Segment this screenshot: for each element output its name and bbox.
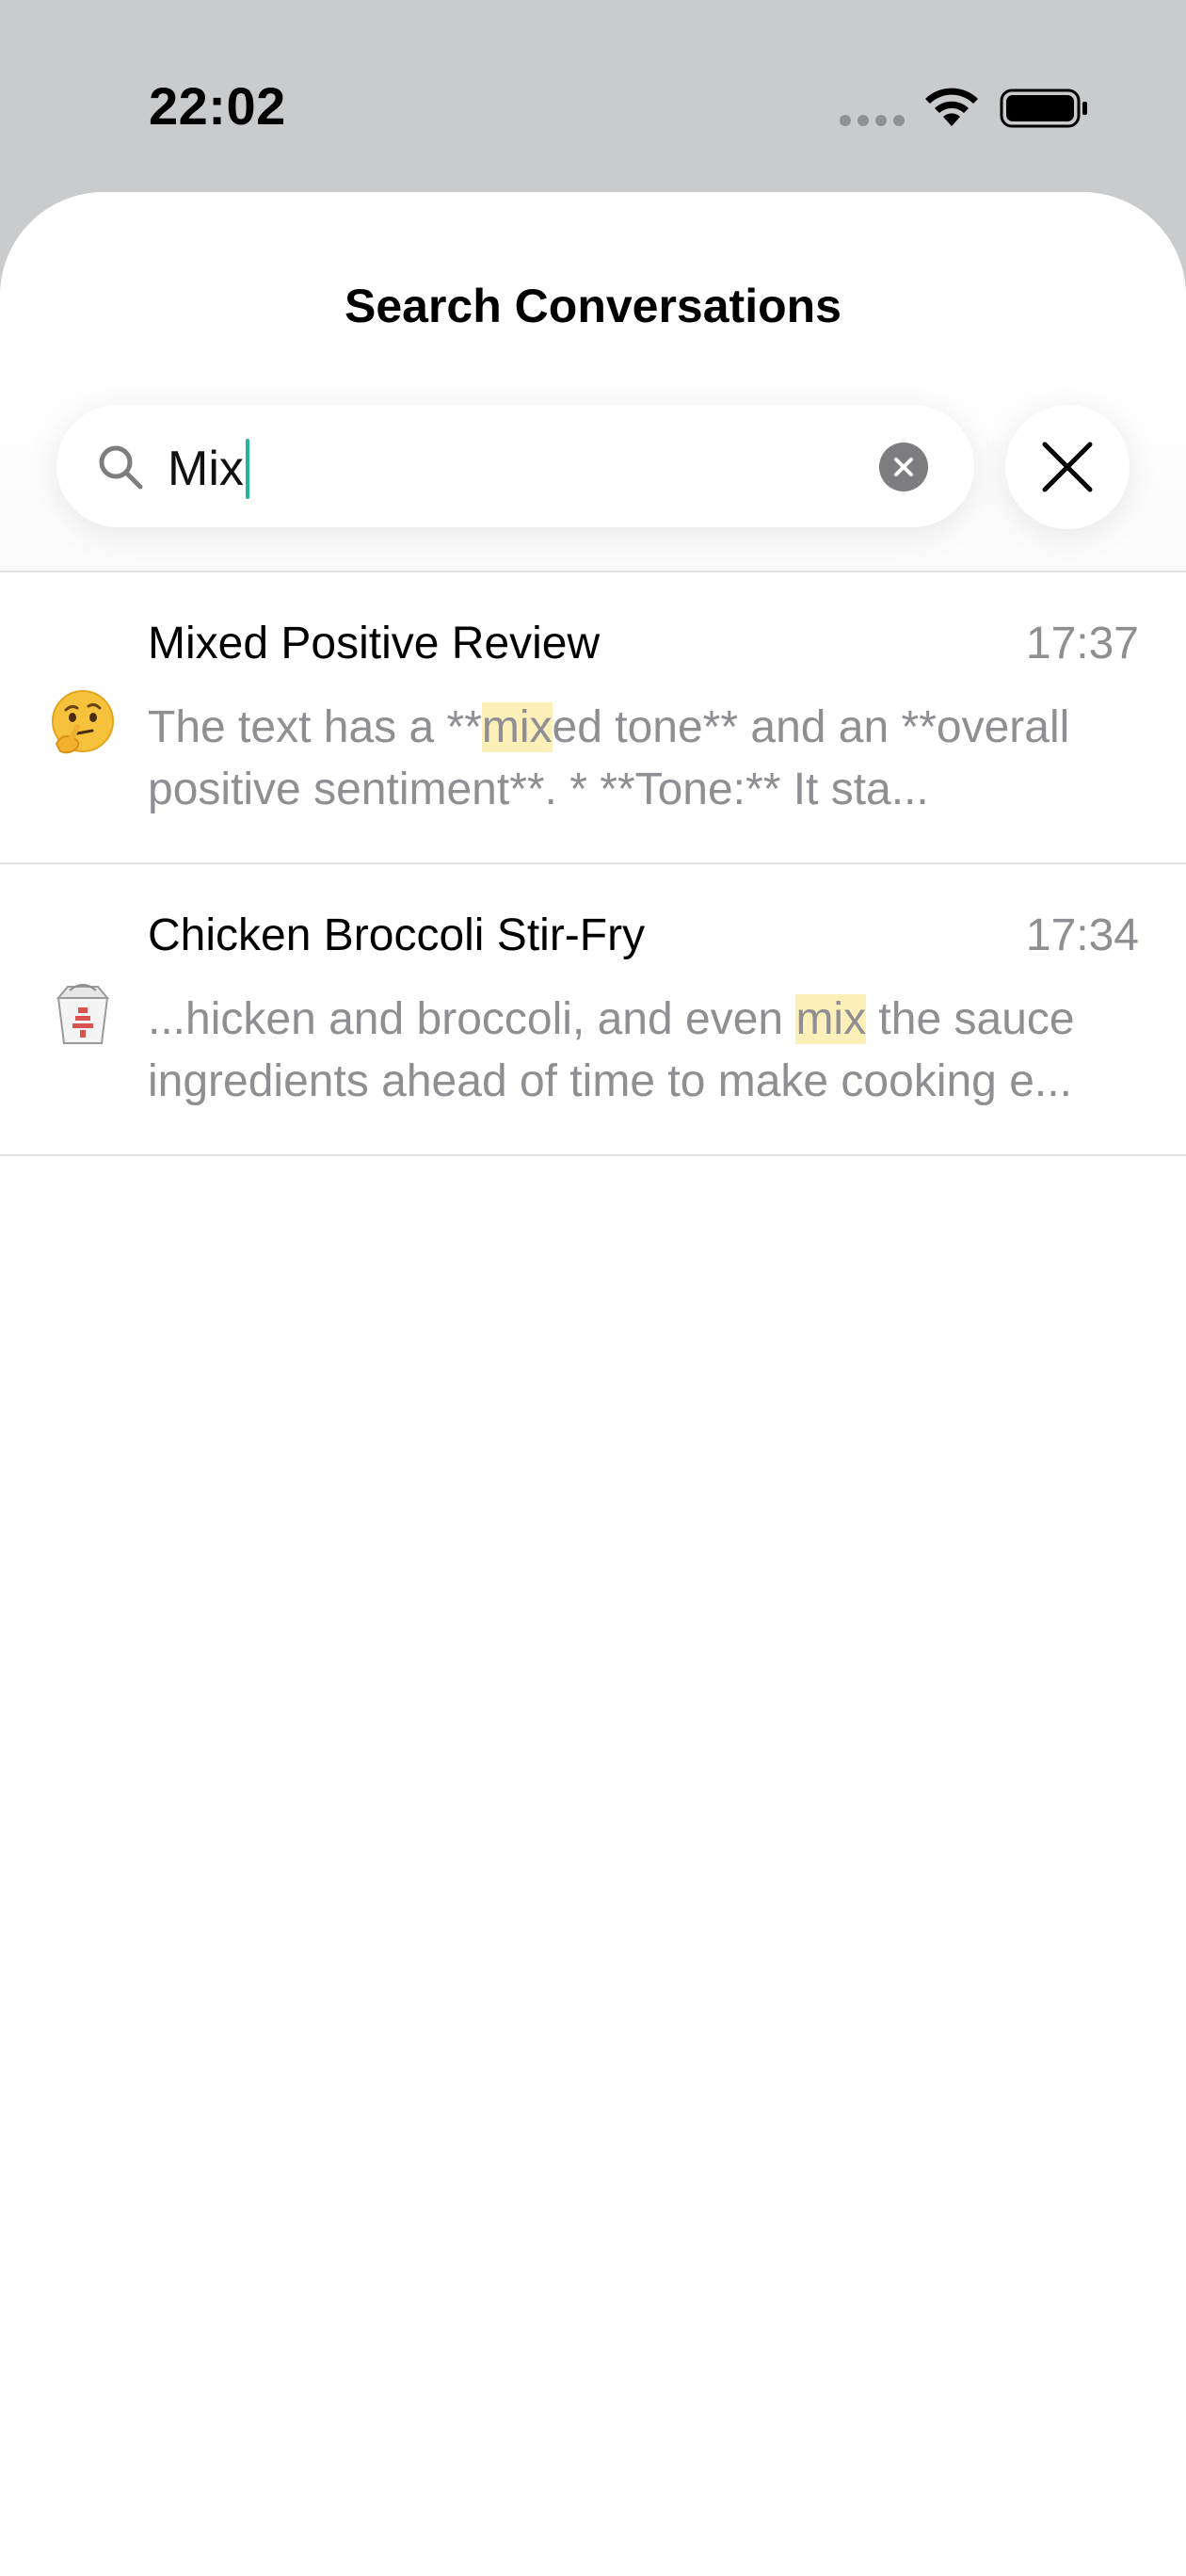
takeout-box-icon	[56, 984, 110, 1044]
result-title: Chicken Broccoli Stir-Fry	[148, 910, 646, 960]
snippet-text: The text has a **	[148, 702, 482, 752]
search-bar-area: Mix	[0, 362, 1186, 571]
result-snippet: ...hicken and broccoli, and even mix the…	[148, 989, 1146, 1113]
list-item[interactable]: Chicken Broccoli Stir-Fry 17:34 ...hicke…	[0, 864, 1186, 1156]
search-input[interactable]: Mix	[56, 405, 974, 527]
sheet-title: Search Conversations	[345, 280, 841, 332]
search-input-value: Mix	[168, 442, 244, 496]
result-time: 17:37	[1025, 619, 1139, 668]
snippet-text: ed tone** and an **overall	[552, 702, 1070, 752]
search-icon	[99, 445, 143, 490]
snippet-line: The text has a **mixed tone** and an **o…	[148, 697, 1146, 759]
status-bar: 22:02	[0, 0, 1186, 188]
thinking-face-icon	[52, 690, 114, 754]
search-match-highlight: mix	[481, 702, 553, 752]
clear-x-icon	[894, 458, 913, 476]
battery-icon	[1000, 89, 1087, 128]
snippet-text: the sauce	[866, 994, 1075, 1044]
result-snippet: The text has a **mixed tone** and an **o…	[148, 697, 1146, 821]
clear-search-button[interactable]	[879, 443, 928, 491]
list-item[interactable]: Mixed Positive Review 17:37 The text has…	[0, 572, 1186, 864]
search-input-text[interactable]: Mix	[168, 439, 249, 499]
snippet-line: ingredients ahead of time to make cookin…	[148, 1056, 1072, 1106]
search-match-highlight: mix	[795, 994, 867, 1044]
search-sheet: Search Conversations Mix Mixed Positive …	[0, 192, 1186, 2576]
close-icon	[1042, 442, 1093, 492]
text-caret	[245, 439, 249, 499]
search-results-list: Mixed Positive Review 17:37 The text has…	[0, 571, 1186, 1156]
snippet-text: ...hicken and broccoli, and even	[148, 994, 796, 1044]
result-title: Mixed Positive Review	[148, 619, 601, 668]
wifi-icon	[925, 88, 978, 126]
status-time: 22:02	[149, 76, 286, 136]
snippet-line: positive sentiment**. * **Tone:** It sta…	[148, 765, 929, 814]
cellular-signal-icon	[840, 115, 906, 128]
result-time: 17:34	[1025, 910, 1139, 960]
snippet-line: ...hicken and broccoli, and even mix the…	[148, 989, 1146, 1051]
close-search-button[interactable]	[1005, 405, 1130, 529]
